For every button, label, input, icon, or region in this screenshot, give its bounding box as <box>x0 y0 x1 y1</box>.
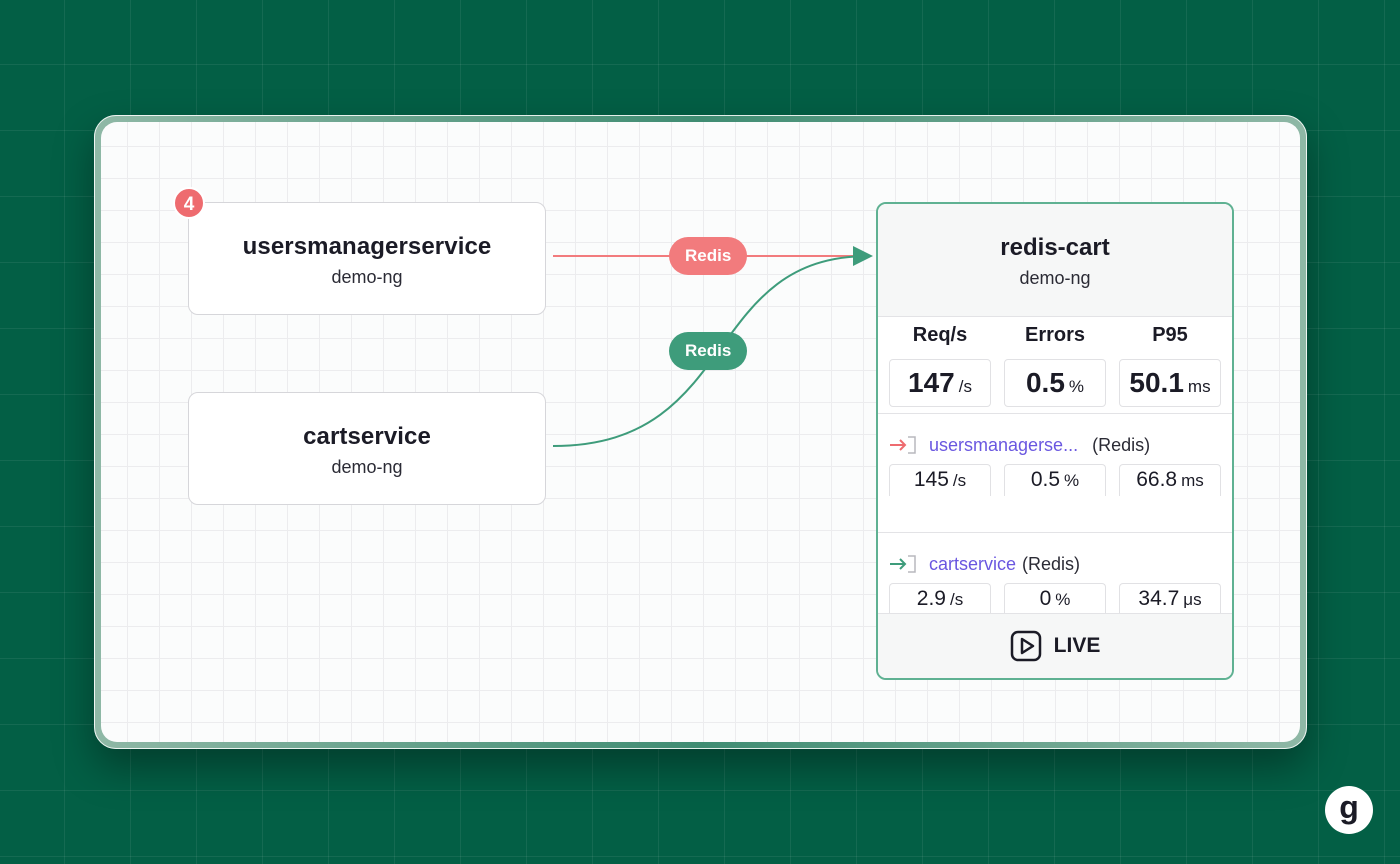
source-kind: (Redis) <box>1092 434 1151 455</box>
node-name: usersmanagerservice <box>242 233 492 260</box>
arrow-right-into-box-icon <box>890 555 916 573</box>
source-p95-value: 34.7 <box>1138 587 1180 610</box>
p95-value-box: 50.1 ms <box>1119 359 1221 407</box>
source-req-value: 2.9 <box>916 587 946 610</box>
summary-stats: Req/s 147/s Errors 0.5% P95 50.1 ms <box>878 317 1232 407</box>
arrow-right-into-box-icon <box>890 436 916 454</box>
source-p95-box: 34.7 μs <box>1119 583 1221 615</box>
source-errors-unit: % <box>1064 471 1080 490</box>
node-namespace: demo-ng <box>331 457 403 477</box>
source-req-unit: /s <box>949 590 964 609</box>
source-req-box: 145/s <box>889 464 991 496</box>
p95-unit: ms <box>1187 377 1211 396</box>
edge-label-usersmanager[interactable]: Redis <box>669 237 748 275</box>
node-name: cartservice <box>303 423 431 450</box>
source-p95-unit: ms <box>1181 471 1204 490</box>
panel-header: redis-cart demo-ng <box>878 204 1232 317</box>
source-link-cartservice[interactable]: cartservice <box>929 554 1016 575</box>
source-cartservice: cartservice (Redis) 2.9/s 0% 34.7 μs <box>878 533 1232 615</box>
service-map-canvas[interactable]: Redis Redis 4 usersmanagerservice demo-n… <box>101 122 1300 742</box>
p95-value: 50.1 <box>1129 367 1184 398</box>
map-frame: Redis Redis 4 usersmanagerservice demo-n… <box>94 115 1307 749</box>
req-value-box: 147/s <box>889 359 991 407</box>
brand-logo: g <box>1325 786 1373 834</box>
source-usersmanagerservice: usersmanagerse... (Redis) 145/s 0.5% 66.… <box>878 414 1232 516</box>
source-errors-box: 0.5% <box>1004 464 1106 496</box>
node-namespace: demo-ng <box>331 267 403 287</box>
source-link-usersmanagerservice[interactable]: usersmanagerse... <box>929 435 1078 456</box>
panel-title: redis-cart <box>1000 234 1110 261</box>
errors-unit: % <box>1068 377 1085 396</box>
req-unit: /s <box>958 377 972 396</box>
source-errors-unit: % <box>1055 590 1071 609</box>
p95-header: P95 <box>1152 324 1188 346</box>
source-errors-box: 0% <box>1004 583 1106 615</box>
node-usersmanagerservice[interactable]: 4 usersmanagerservice demo-ng <box>173 187 546 315</box>
errors-value: 0.5 <box>1025 367 1065 398</box>
source-p95-value: 66.8 <box>1136 468 1178 491</box>
source-p95-unit: μs <box>1183 590 1202 609</box>
live-button[interactable]: LIVE <box>878 613 1232 678</box>
errors-value-box: 0.5% <box>1004 359 1106 407</box>
source-errors-value: 0.5 <box>1030 468 1061 491</box>
source-errors-value: 0 <box>1039 587 1052 610</box>
req-header: Req/s <box>912 324 968 346</box>
source-p95-box: 66.8 ms <box>1119 464 1221 496</box>
node-redis-cart-panel[interactable]: redis-cart demo-ng Req/s 147/s Errors 0.… <box>876 202 1234 680</box>
errors-header: Errors <box>1024 324 1086 346</box>
alert-count-badge[interactable]: 4 <box>173 187 205 219</box>
play-icon <box>1010 630 1041 662</box>
source-req-unit: /s <box>952 471 967 490</box>
source-kind: (Redis) <box>1022 553 1081 574</box>
edge-label-cartservice[interactable]: Redis <box>669 332 748 370</box>
source-req-box: 2.9/s <box>889 583 991 615</box>
source-req-value: 145 <box>913 468 949 491</box>
node-cartservice[interactable]: cartservice demo-ng <box>188 392 546 505</box>
req-value: 147 <box>908 367 955 398</box>
live-label: LIVE <box>1053 634 1101 657</box>
panel-namespace: demo-ng <box>1019 268 1091 288</box>
